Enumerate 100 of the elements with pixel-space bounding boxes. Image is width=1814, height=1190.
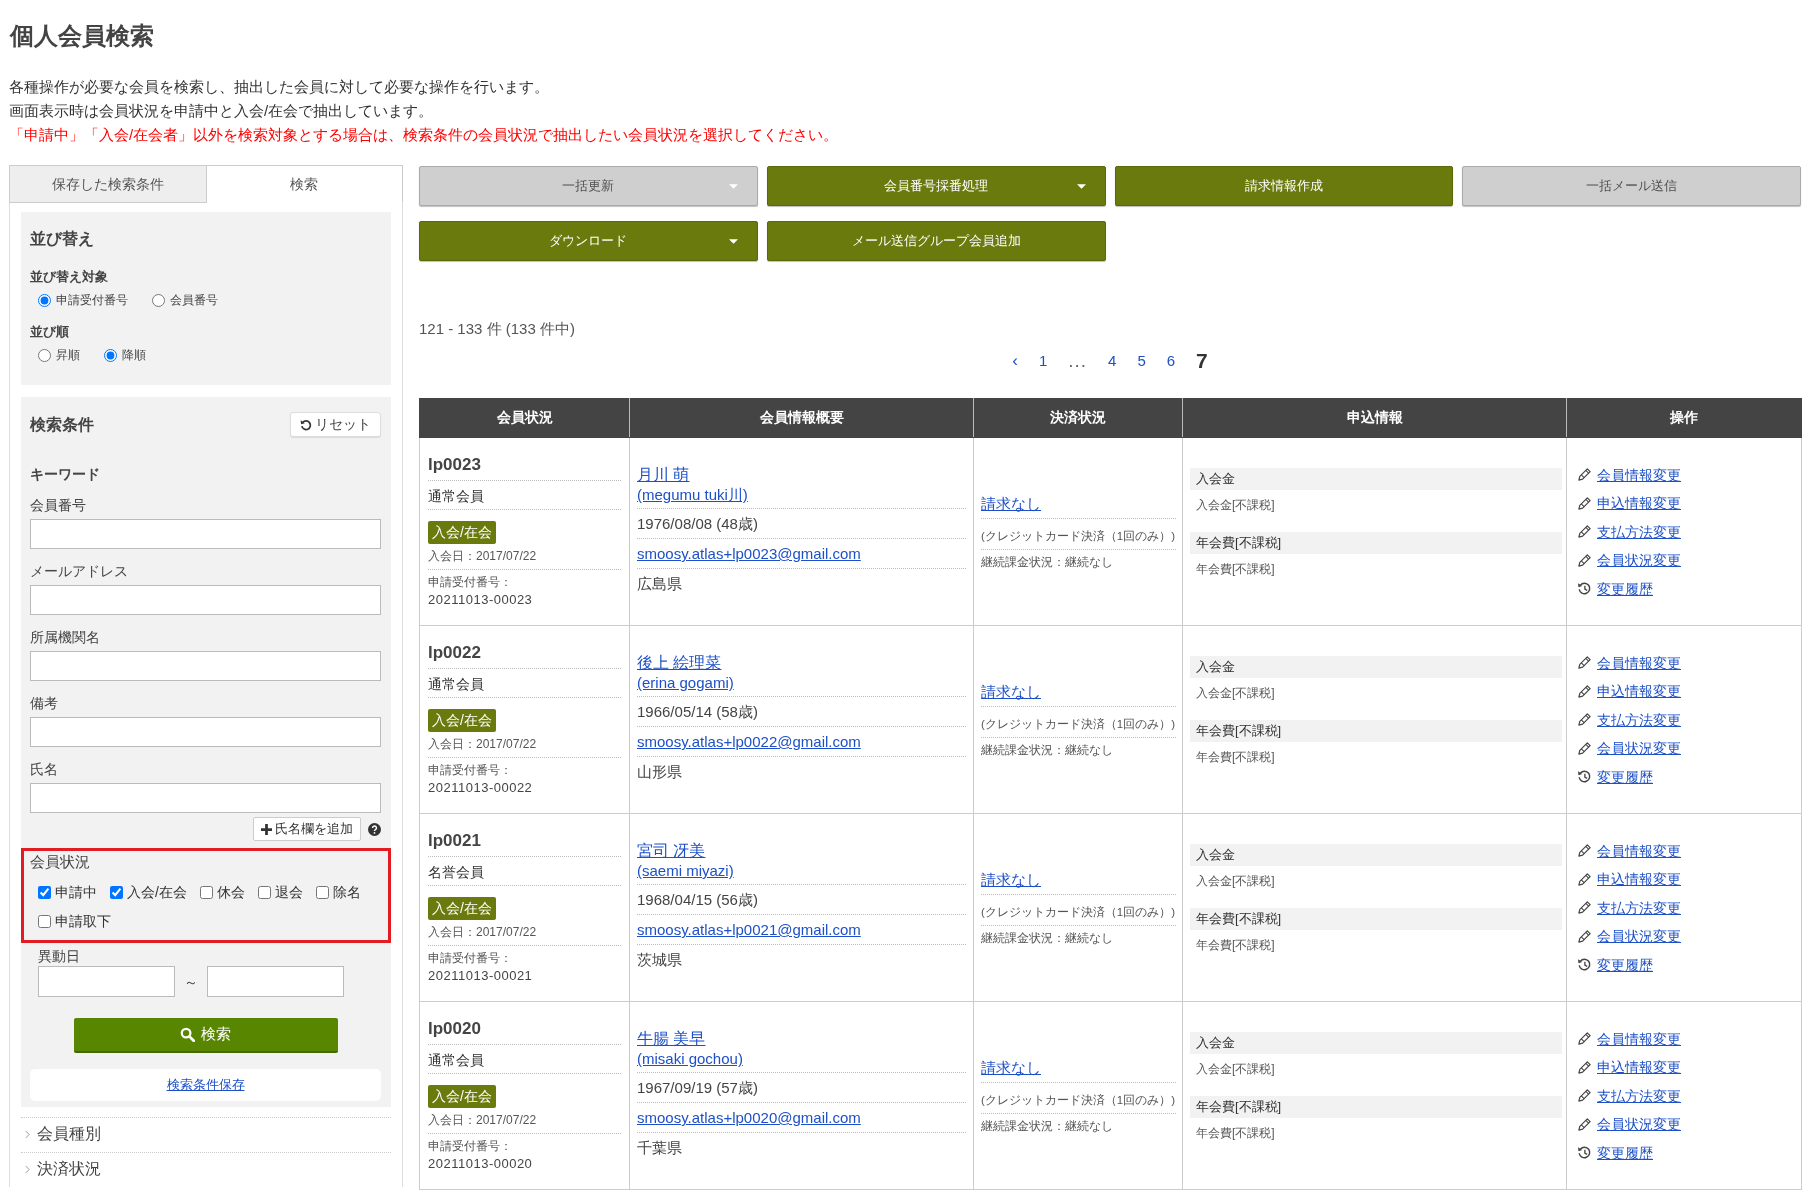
action-link[interactable]: 申込情報変更 [1597, 681, 1681, 701]
sidebar-tab[interactable]: 検索 [206, 165, 403, 203]
radio-button[interactable] [38, 348, 51, 362]
input-field[interactable] [30, 717, 381, 747]
page-link[interactable]: 5 [1137, 350, 1146, 372]
page-link[interactable]: 4 [1108, 350, 1117, 372]
action-link[interactable]: 申込情報変更 [1597, 1057, 1681, 1077]
action-link[interactable]: 変更履歴 [1597, 954, 1653, 975]
pencil-icon [1577, 524, 1592, 539]
fee-heading: 入会金 [1190, 656, 1562, 678]
prefecture: 茨城県 [637, 951, 682, 968]
search-button[interactable]: 検索 [73, 1018, 338, 1053]
page-link[interactable]: 1 [1038, 350, 1048, 372]
prefecture: 山形県 [637, 763, 682, 780]
checkbox[interactable] [38, 914, 51, 928]
action-link[interactable]: 支払方法変更 [1597, 521, 1681, 542]
checkbox[interactable] [315, 885, 329, 899]
add-name-button[interactable]: 氏名欄を追加 [253, 817, 361, 841]
email-link[interactable]: smoosy.atlas+lp0022@gmail.com [637, 733, 861, 750]
action-link[interactable]: 会員状況変更 [1597, 738, 1681, 758]
email-link[interactable]: smoosy.atlas+lp0023@gmail.com [637, 545, 861, 562]
recurring-status: 継続課金状況：継続なし [981, 555, 1113, 568]
checkbox[interactable] [257, 885, 271, 899]
action-link[interactable]: 申込情報変更 [1597, 869, 1681, 889]
date-field[interactable] [207, 966, 344, 997]
application-label: 申請受付番号： [428, 763, 512, 777]
action-link[interactable]: 支払方法変更 [1597, 897, 1681, 918]
checkbox[interactable] [110, 885, 123, 899]
action-link[interactable]: 変更履歴 [1597, 766, 1653, 787]
action-link[interactable]: 会員状況変更 [1597, 926, 1681, 946]
action-link[interactable]: 会員情報変更 [1597, 840, 1681, 861]
birthdate: 1968/04/15 (56歳) [637, 891, 758, 908]
romaji-name-link[interactable]: (megumu tuki川) [637, 486, 748, 503]
toolbar-button[interactable]: 会員番号採番処理 [766, 166, 1106, 206]
email-link[interactable]: smoosy.atlas+lp0020@gmail.com [637, 1109, 861, 1126]
reset-icon [300, 418, 312, 431]
action-link[interactable]: 支払方法変更 [1597, 1085, 1681, 1106]
input-field[interactable] [30, 783, 381, 813]
email-link[interactable]: smoosy.atlas+lp0021@gmail.com [637, 921, 861, 938]
billing-link[interactable]: 請求なし [981, 494, 1041, 512]
help-icon[interactable] [368, 822, 381, 836]
search-icon [180, 1027, 195, 1042]
checkbox[interactable] [38, 885, 51, 899]
sidebar-tab[interactable]: 保存した検索条件 [9, 165, 207, 203]
page-link[interactable]: 7 [1196, 350, 1208, 372]
member-name-link[interactable]: 宮司 冴美 [637, 842, 706, 859]
page-link[interactable]: 6 [1166, 350, 1176, 372]
romaji-name-link[interactable]: (saemi miyazi) [637, 862, 734, 879]
toolbar-button[interactable]: メール送信グループ会員追加 [766, 221, 1106, 261]
fee-detail: 年会費[不課税] [1196, 1126, 1275, 1140]
radio-label: 申請受付番号 [56, 292, 128, 309]
radio-button[interactable] [104, 348, 117, 362]
accordion-header[interactable]: 決済状況 [21, 1152, 391, 1187]
billing-link[interactable]: 請求なし [981, 1058, 1041, 1076]
fee-heading: 年会費[不課税] [1190, 720, 1562, 742]
action-link[interactable]: 会員情報変更 [1597, 1028, 1681, 1049]
action-link[interactable]: 変更履歴 [1597, 578, 1653, 599]
fee-detail: 入会金[不課税] [1196, 1062, 1275, 1076]
input-field[interactable] [30, 651, 381, 681]
billing-link[interactable]: 請求なし [981, 682, 1041, 700]
date-field[interactable] [38, 966, 175, 997]
checkbox[interactable] [199, 885, 213, 899]
toolbar-button[interactable]: 請求情報作成 [1114, 166, 1454, 206]
romaji-name-link[interactable]: (misaki gochou) [637, 1050, 743, 1067]
field-label: 氏名 [30, 760, 59, 778]
status-badge: 入会/在会 [428, 709, 496, 732]
application-label: 申請受付番号： [428, 575, 512, 589]
member-name-link[interactable]: 月川 萌 [637, 466, 690, 483]
input-field[interactable] [30, 519, 381, 549]
reset-button[interactable]: リセット [290, 412, 381, 437]
fee-heading: 入会金 [1190, 844, 1562, 866]
notice-text: 「申請中」「入会/在会者」以外を検索対象とする場合は、検索条件の会員状況で抽出したい会員状況を選択してください。 [9, 125, 840, 145]
field-label: 会員状況 [30, 852, 91, 872]
fee-heading: 年会費[不課税] [1190, 1096, 1562, 1118]
member-type: 通常会員 [428, 1052, 484, 1068]
previous-page-link[interactable]: ‹ [1012, 350, 1018, 372]
action-link[interactable]: 会員情報変更 [1597, 652, 1681, 673]
romaji-name-link[interactable]: (erina gogami) [637, 674, 734, 691]
radio-button[interactable] [152, 293, 165, 307]
input-field[interactable] [30, 585, 381, 615]
member-name-link[interactable]: 牛腸 美早 [637, 1030, 706, 1047]
column-header: 会員情報概要 [629, 398, 974, 438]
toolbar-button[interactable]: ダウンロード [419, 221, 758, 261]
pencil-icon [1577, 1059, 1592, 1075]
action-link[interactable]: 支払方法変更 [1597, 709, 1681, 730]
save-search-link[interactable]: 検索条件保存 [166, 1076, 245, 1094]
pencil-icon [1577, 655, 1592, 670]
radio-button[interactable] [38, 293, 51, 307]
accordion-header[interactable]: 会員種別 [21, 1117, 391, 1152]
status-badge: 入会/在会 [428, 521, 496, 544]
action-link[interactable]: 会員状況変更 [1597, 550, 1681, 570]
checkbox-label: 入会/在会 [127, 883, 187, 902]
column-header: 操作 [1566, 398, 1802, 438]
pencil-icon [1577, 1031, 1592, 1046]
action-link[interactable]: 変更履歴 [1597, 1142, 1653, 1163]
billing-link[interactable]: 請求なし [981, 870, 1041, 888]
action-link[interactable]: 会員情報変更 [1597, 464, 1681, 485]
action-link[interactable]: 申込情報変更 [1597, 493, 1681, 513]
action-link[interactable]: 会員状況変更 [1597, 1114, 1681, 1134]
member-name-link[interactable]: 後上 絵理菜 [637, 654, 722, 671]
